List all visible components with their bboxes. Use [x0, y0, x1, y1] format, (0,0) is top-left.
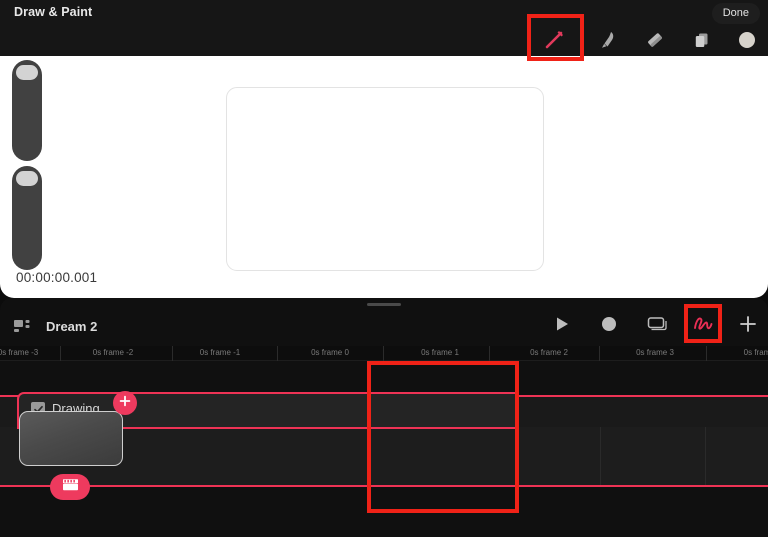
add-button[interactable] [731, 312, 765, 341]
ruler-tick-label: 0s frame 2 [530, 348, 568, 357]
ruler-tick-label: 0s frame 1 [421, 348, 459, 357]
pen-icon [542, 28, 566, 52]
cell-divider [600, 427, 601, 485]
marker-icon [596, 29, 618, 51]
cell-divider [705, 427, 706, 485]
ruler-tick-label: 0s frame -3 [0, 348, 39, 357]
ruler-tick-mark [60, 346, 61, 361]
ruler-tick-mark [383, 346, 384, 361]
timeline-ruler[interactable]: 0s frame -3 0s frame -2 0s frame -1 0s fram… [0, 346, 768, 361]
timeline-header: Dream 2 [0, 308, 768, 345]
scribble-icon [692, 314, 714, 339]
ruler-tick-mark [706, 346, 707, 361]
app-title: Draw & Paint [14, 5, 93, 19]
done-button[interactable]: Done [711, 3, 760, 24]
add-frame-badge[interactable] [113, 391, 137, 415]
plus-icon [118, 394, 132, 413]
app-root: Draw & Paint Done 00:00:00.001 Dream 2 0… [0, 0, 768, 537]
marker-tool[interactable] [588, 24, 626, 56]
clapperboard-button[interactable] [50, 474, 90, 500]
ruler-tick-label: 0s frame 0 [311, 348, 349, 357]
layers-icon [691, 29, 713, 51]
ruler-tick-mark [489, 346, 490, 361]
color-circle-icon [736, 29, 758, 51]
ruler-tick-label: 0s frame 3 [636, 348, 674, 357]
project-name: Dream 2 [46, 319, 98, 334]
ruler-tick-label: 0s frame -1 [199, 348, 241, 357]
scribble-button[interactable] [686, 312, 720, 341]
ruler-tick-label: 0s frame -2 [92, 348, 134, 357]
pen-tool[interactable] [535, 24, 573, 56]
slider-2-handle[interactable] [16, 171, 38, 186]
timecode-display: 00:00:00.001 [16, 270, 98, 285]
timeline-panel: Dream 2 0s frame -3 0s frame -2 0s frame… [0, 298, 768, 537]
card-button[interactable] [639, 312, 673, 341]
clapperboard-icon [61, 477, 80, 497]
ruler-tick-mark [172, 346, 173, 361]
slider-1-handle[interactable] [16, 65, 38, 80]
record-icon [600, 315, 618, 338]
eraser-icon [644, 29, 666, 51]
color-swatch[interactable] [728, 24, 766, 56]
play-button[interactable] [545, 312, 579, 341]
eraser-tool[interactable] [636, 24, 674, 56]
card-icon [645, 315, 667, 338]
layer-thumbnail[interactable] [19, 411, 123, 466]
layers-tool[interactable] [683, 24, 721, 56]
slider-1[interactable] [12, 60, 42, 161]
ruler-tick-mark [599, 346, 600, 361]
project-layout-icon [14, 319, 32, 333]
ruler-tick-mark [277, 346, 278, 361]
drawing-stage: 00:00:00.001 [0, 56, 768, 298]
plus-icon [738, 314, 758, 339]
drawing-canvas[interactable] [226, 87, 544, 271]
ruler-tick-label: 0s fram [743, 348, 768, 357]
drawing-tools-row [0, 24, 768, 56]
slider-2[interactable] [12, 166, 42, 270]
panel-drag-handle[interactable] [367, 303, 401, 306]
timeline-tracks: Drawing [0, 361, 768, 537]
record-button[interactable] [592, 312, 626, 341]
top-toolbar: Draw & Paint Done [0, 0, 768, 56]
play-icon [553, 315, 571, 338]
